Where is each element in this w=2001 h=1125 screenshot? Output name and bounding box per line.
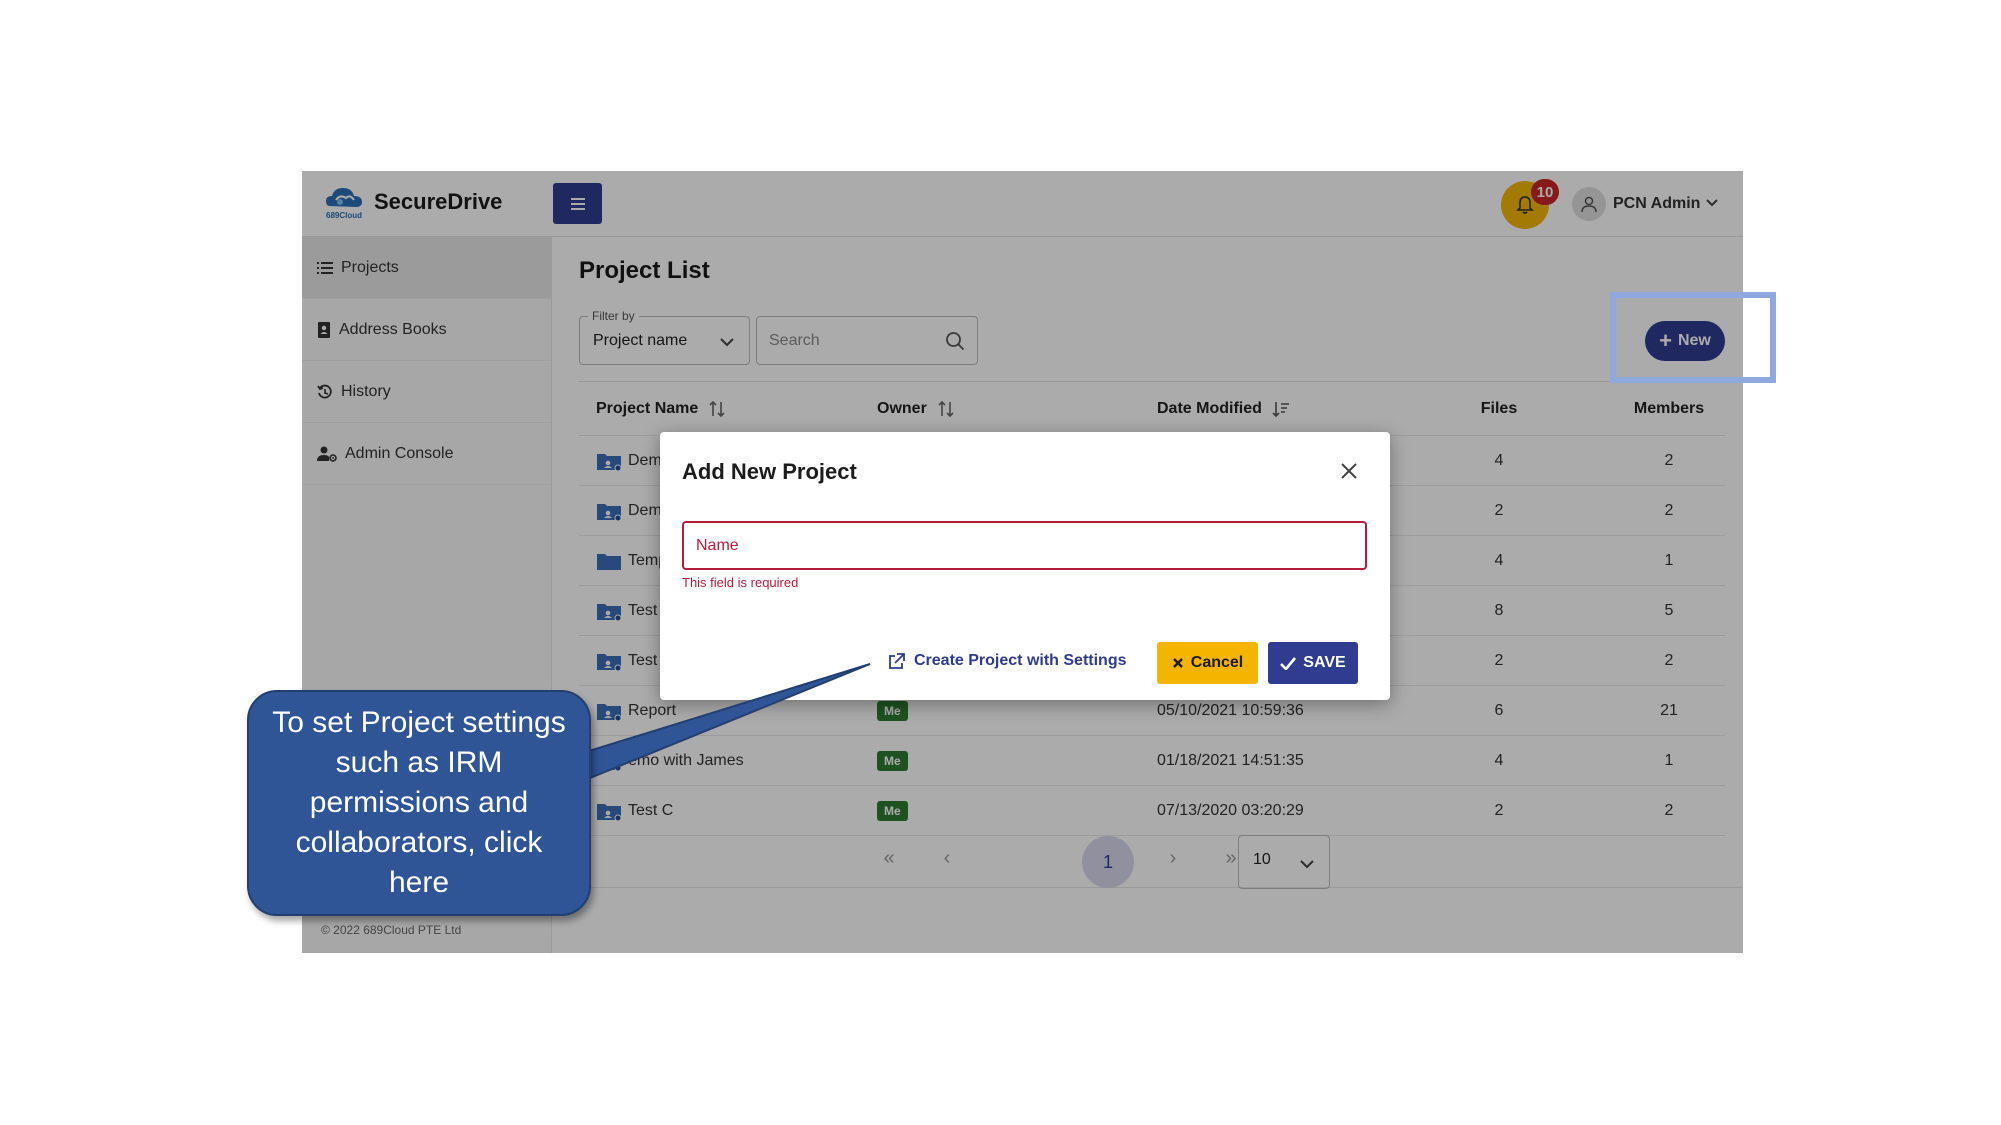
external-link-icon [889, 652, 905, 669]
close-icon[interactable] [1338, 460, 1360, 482]
check-icon [1280, 656, 1297, 670]
cancel-button[interactable]: Cancel [1157, 642, 1258, 684]
save-label: SAVE [1303, 654, 1346, 671]
settings-link-label: Create Project with Settings [914, 652, 1127, 669]
close-icon [1172, 658, 1183, 668]
project-name-input[interactable] [684, 523, 1365, 568]
instruction-callout: To set Project settings such as IRM perm… [247, 690, 591, 916]
field-error-text: This field is required [682, 575, 799, 590]
cancel-label: Cancel [1190, 654, 1244, 671]
project-name-field [682, 521, 1367, 570]
dialog-title: Add New Project [682, 459, 857, 484]
create-with-settings-link[interactable]: Create Project with Settings [888, 652, 1127, 670]
add-project-dialog: Add New Project This field is required C… [660, 432, 1390, 700]
new-button-highlight [1610, 292, 1776, 383]
save-button[interactable]: SAVE [1268, 642, 1358, 684]
